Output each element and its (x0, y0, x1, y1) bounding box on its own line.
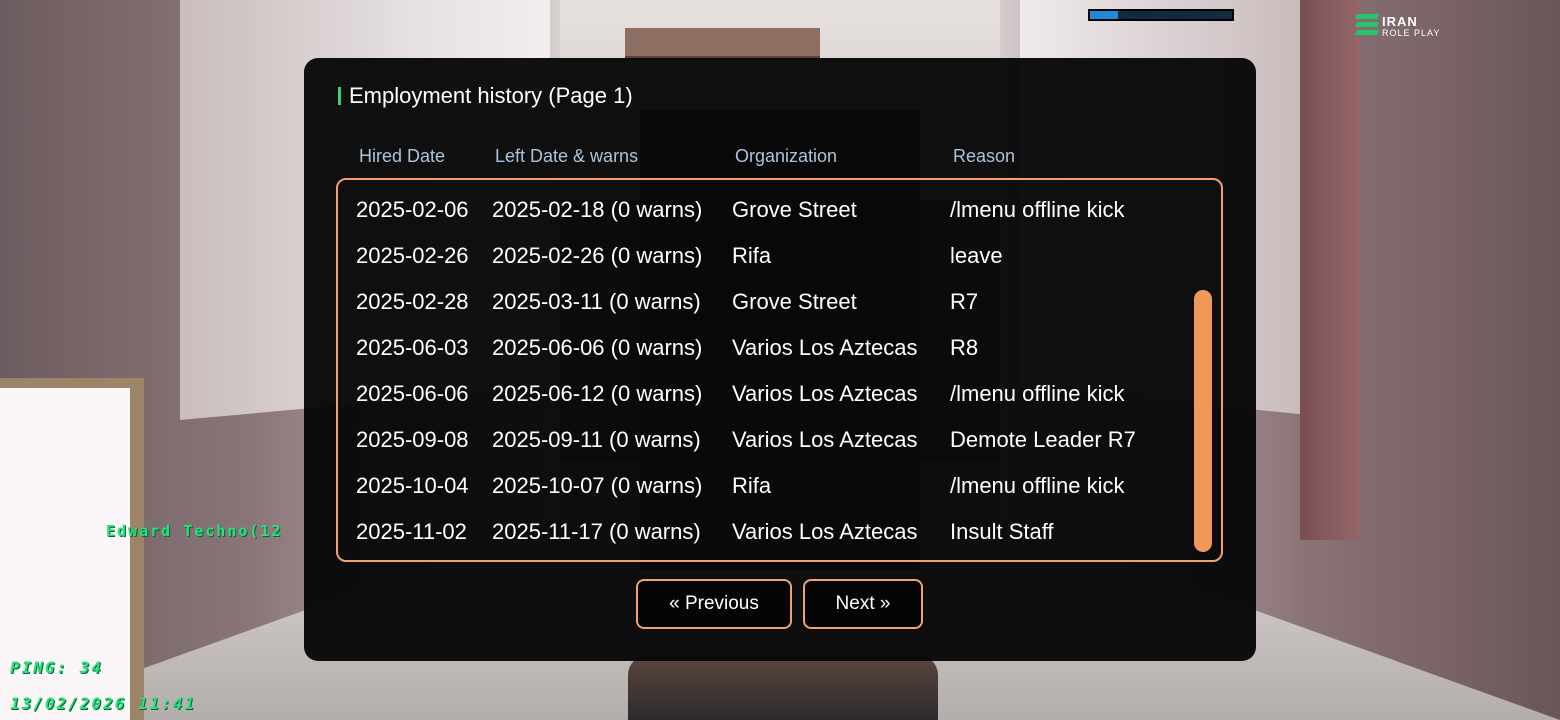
reason: R8 (950, 335, 979, 360)
reason: /lmenu offline kick (950, 381, 1125, 406)
column-header-organization: Organization (735, 146, 838, 166)
logo-title: IRAN (1382, 14, 1418, 29)
logo-subtitle: ROLE PLAY (1382, 28, 1441, 38)
left-date: 2025-03-11 (0 warns) (492, 289, 701, 314)
wall-edge (1300, 0, 1360, 540)
reason: Insult Staff (950, 519, 1054, 544)
ping-readout: PING: 34 (10, 658, 104, 677)
list-item[interactable]: 2025-11-02 2025-11-17 (0 warns) Varios L… (338, 509, 1221, 555)
player-character (628, 655, 938, 720)
previous-page-button[interactable]: « Previous (636, 579, 792, 629)
title-accent-bar (338, 87, 341, 105)
history-list[interactable]: 2025-02-06 2025-02-18 (0 warns) Grove St… (336, 178, 1223, 562)
hired-date: 2025-11-02 (356, 519, 467, 544)
column-header-reason: Reason (953, 146, 1016, 166)
hired-date: 2025-10-04 (356, 473, 469, 498)
list-item[interactable]: 2025-02-06 2025-02-18 (0 warns) Grove St… (338, 187, 1221, 233)
reason: R7 (950, 289, 979, 314)
dialog-header: Employment history (Page 1) (338, 82, 633, 110)
organization: Rifa (732, 473, 772, 498)
left-date: 2025-10-07 (0 warns) (492, 473, 703, 498)
dialog-title: Employment history (Page 1) (349, 83, 633, 108)
health-bar-fill (1090, 11, 1119, 19)
left-date: 2025-09-11 (0 warns) (492, 427, 701, 452)
list-item[interactable]: 2025-02-28 2025-03-11 (0 warns) Grove St… (338, 279, 1221, 325)
organization: Varios Los Aztecas (732, 381, 918, 406)
reason: /lmenu offline kick (950, 473, 1125, 498)
hired-date: 2025-02-26 (356, 243, 469, 268)
list-item[interactable]: 2025-09-08 2025-09-11 (0 warns) Varios L… (338, 417, 1221, 463)
list-item[interactable]: 2025-06-03 2025-06-06 (0 warns) Varios L… (338, 325, 1221, 371)
list-item[interactable]: 2025-06-06 2025-06-12 (0 warns) Varios L… (338, 371, 1221, 417)
list-scrollbar[interactable] (1194, 290, 1212, 552)
column-header-hired-date: Hired Date (359, 146, 446, 166)
left-date: 2025-06-06 (0 warns) (492, 335, 703, 360)
list-item[interactable]: 2025-10-04 2025-10-07 (0 warns) Rifa /lm… (338, 463, 1221, 509)
logo-icon (1354, 14, 1380, 38)
hired-date: 2025-02-06 (356, 197, 469, 222)
organization: Rifa (732, 243, 772, 268)
left-date: 2025-02-18 (0 warns) (492, 197, 703, 222)
date-time-readout: 13/02/2026 11:41 (10, 694, 197, 713)
hired-date: 2025-06-06 (356, 381, 469, 406)
organization: Grove Street (732, 197, 857, 222)
hired-date: 2025-06-03 (356, 335, 469, 360)
reason: leave (950, 243, 1003, 268)
employment-history-dialog: Employment history (Page 1) Hired Date L… (304, 58, 1256, 661)
left-date: 2025-11-17 (0 warns) (492, 519, 701, 544)
organization: Grove Street (732, 289, 857, 314)
reason: /lmenu offline kick (950, 197, 1125, 222)
left-date: 2025-02-26 (0 warns) (492, 243, 703, 268)
hired-date: 2025-09-08 (356, 427, 469, 452)
list-item[interactable]: 2025-02-26 2025-02-26 (0 warns) Rifa lea… (338, 233, 1221, 279)
next-page-button[interactable]: Next » (803, 579, 923, 629)
left-date: 2025-06-12 (0 warns) (492, 381, 703, 406)
organization: Varios Los Aztecas (732, 335, 918, 360)
organization: Varios Los Aztecas (732, 519, 918, 544)
ceiling-lamp (625, 28, 820, 59)
player-nametag: Edward Techno(12 (106, 522, 283, 540)
hired-date: 2025-02-28 (356, 289, 469, 314)
health-bar (1088, 9, 1234, 21)
organization: Varios Los Aztecas (732, 427, 918, 452)
column-header-left-date: Left Date & warns (495, 146, 639, 166)
column-headers: Hired Date Left Date & warns Organizatio… (304, 146, 1256, 170)
server-logo: IRAN ROLE PLAY (1354, 12, 1456, 42)
reason: Demote Leader R7 (950, 427, 1136, 452)
